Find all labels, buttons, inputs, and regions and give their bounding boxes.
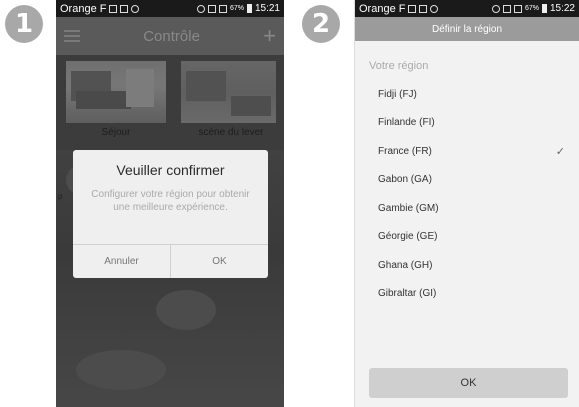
confirm-dialog: Veuiller confirmer Configurer votre régi… (73, 150, 268, 278)
alarm-icon (491, 4, 500, 13)
section-label: Votre région (369, 60, 429, 72)
add-icon[interactable]: + (263, 25, 276, 47)
scene-label: scène du lever (198, 127, 264, 138)
phone-screen-region: Orange F 67% 15:22 Définir la région Vot… (354, 0, 579, 407)
region-item-gi[interactable]: Gibraltar (GI) (355, 280, 579, 309)
scene-card-sejour[interactable]: Séjour (66, 61, 166, 138)
region-list: Fidji (FJ) Finlande (FI) France (FR) ✓ G… (355, 80, 579, 308)
status-bar: Orange F 67% 15:21 (56, 0, 284, 17)
scene-grid: Séjour scène du lever (56, 55, 284, 138)
scene-card-lever[interactable]: scène du lever (176, 61, 276, 138)
region-name: Gibraltar (GI) (378, 288, 437, 300)
cancel-button[interactable]: Annuler (73, 245, 170, 278)
dialog-actions: Annuler OK (73, 244, 268, 278)
app-header: Contrôle + (56, 17, 284, 55)
step-badge-2: 2 (302, 5, 340, 43)
scene-thumbnail (66, 61, 166, 123)
background-text-fragment: p (58, 192, 63, 201)
image-notification-icon (408, 4, 417, 13)
region-name: Fidji (FJ) (378, 88, 417, 100)
region-item-ga[interactable]: Gabon (GA) (355, 166, 579, 195)
region-item-gm[interactable]: Gambie (GM) (355, 194, 579, 223)
page-title: Contrôle (143, 27, 200, 45)
signal-icon (513, 4, 522, 13)
region-name: Gambie (GM) (378, 202, 439, 214)
region-name: Gabon (GA) (378, 174, 432, 186)
region-item-ge[interactable]: Géorgie (GE) (355, 223, 579, 252)
alarm-icon (196, 4, 205, 13)
region-name: Finlande (FI) (378, 117, 435, 129)
battery-icon (246, 4, 252, 13)
gallery-notification-icon (419, 4, 428, 13)
sync-notification-icon (131, 4, 140, 13)
battery-percent: 67% (524, 5, 539, 12)
carrier-label: Orange F (359, 2, 406, 15)
dialog-message: Configurer votre région pour obtenir une… (91, 189, 250, 213)
app-header: Définir la région (355, 17, 579, 41)
region-item-fj[interactable]: Fidji (FJ) (355, 80, 579, 109)
scene-label: Séjour (101, 127, 131, 138)
region-name: Ghana (GH) (378, 259, 433, 271)
gallery-notification-icon (120, 4, 129, 13)
sync-notification-icon (430, 4, 439, 13)
clock: 15:21 (254, 3, 280, 14)
dialog-title: Veuiller confirmer (116, 162, 225, 178)
status-bar: Orange F 67% 15:22 (355, 0, 579, 17)
ok-button[interactable]: OK (369, 368, 568, 398)
region-name: France (FR) (378, 145, 432, 157)
battery-percent: 67% (229, 5, 244, 12)
region-item-fi[interactable]: Finlande (FI) (355, 109, 579, 138)
region-name: Géorgie (GE) (378, 231, 438, 243)
clock: 15:22 (549, 3, 575, 14)
wifi-icon (207, 4, 216, 13)
carrier-label: Orange F (60, 2, 107, 15)
menu-icon[interactable] (64, 30, 80, 42)
phone-screen-confirm: Orange F 67% 15:21 Contrôle + Séjour scè… (56, 0, 284, 407)
page-title: Définir la région (431, 23, 503, 35)
ok-button[interactable]: OK (170, 245, 268, 278)
scene-thumbnail (181, 61, 276, 123)
region-item-fr[interactable]: France (FR) ✓ (355, 137, 579, 166)
check-icon: ✓ (555, 144, 565, 158)
signal-icon (218, 4, 227, 13)
region-item-gh[interactable]: Ghana (GH) (355, 251, 579, 280)
image-notification-icon (109, 4, 118, 13)
step-badge-1: 1 (5, 5, 43, 43)
wifi-icon (502, 4, 511, 13)
battery-icon (541, 4, 547, 13)
